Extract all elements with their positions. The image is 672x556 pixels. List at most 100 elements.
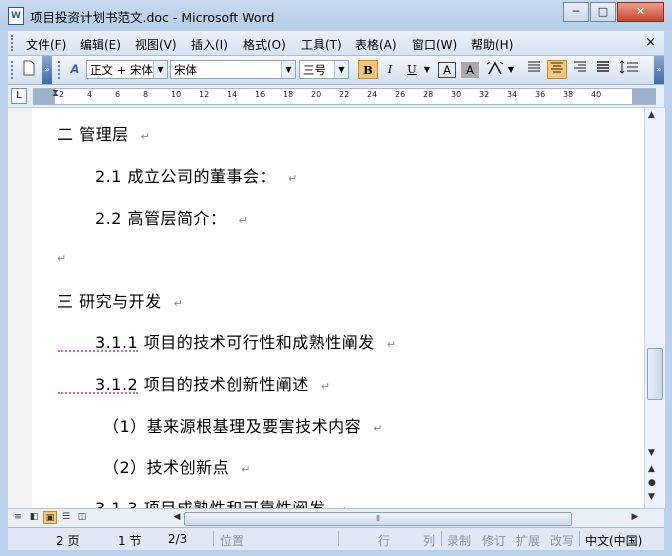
status-separator — [441, 531, 442, 546]
spelling-squiggle — [58, 348, 138, 352]
status-position: 位置 — [220, 534, 245, 548]
line-text: 3.1.3 项目成熟性和可靠性阐发 — [95, 499, 325, 508]
line-text: （2）技术创新点 — [103, 458, 230, 477]
styles-pane-icon[interactable]: A — [66, 60, 84, 79]
character-shading-button[interactable]: A — [461, 62, 479, 78]
scroll-down-icon[interactable]: ▼ — [648, 448, 655, 458]
word-window: W 项目投资计划书范文.doc - Microsoft Word ─ □ ✕ 文… — [0, 0, 672, 556]
ruler-tick-label: 12 — [199, 90, 210, 99]
font-size-value: 三号 — [303, 63, 326, 77]
horizontal-scroll-thumb[interactable]: ⦀ — [184, 512, 572, 526]
status-separator — [213, 531, 214, 546]
toolbar-overflow-icon[interactable]: » — [654, 56, 664, 84]
next-page-icon[interactable]: ▼ — [648, 492, 655, 502]
menu-format[interactable]: 格式(O) — [243, 36, 286, 53]
menu-insert[interactable]: 插入(I) — [191, 36, 228, 53]
style-value: 正文 + 宋体 — [90, 63, 153, 77]
document-page[interactable]: 二 管理层 ↵ 2.1 成立公司的董事会： ↵ 2.2 高管层简介： ↵ ↵ 三 研究… — [8, 108, 644, 508]
ruler-tick-label: 4 — [87, 90, 93, 99]
toolbar-grip[interactable] — [11, 61, 16, 79]
menu-window[interactable]: 窗口(W) — [412, 36, 457, 53]
chevron-down-icon[interactable]: ▼ — [281, 61, 295, 78]
vertical-scrollbar[interactable]: ▲ ▼ ▲ ● ▼ — [644, 108, 665, 508]
ruler-tick-label: 36 — [535, 90, 546, 99]
line-spacing-icon[interactable] — [617, 60, 641, 79]
status-trk[interactable]: 修订 — [482, 532, 506, 549]
vertical-scroll-thumb[interactable] — [647, 348, 663, 400]
status-language[interactable]: 中文(中国) — [585, 532, 642, 549]
menu-file[interactable]: 文件(F) — [26, 36, 66, 53]
menubar-grip[interactable] — [11, 35, 16, 51]
align-justify-icon[interactable] — [525, 60, 543, 79]
menu-tools[interactable]: 工具(T) — [301, 36, 342, 53]
ruler-tick-label: 6 — [115, 90, 121, 99]
distributed-align-icon[interactable] — [594, 60, 612, 79]
scroll-up-icon[interactable]: ▲ — [648, 110, 655, 120]
menu-view[interactable]: 视图(V) — [135, 36, 177, 53]
ruler-tick-label: 16 — [255, 90, 266, 99]
close-button[interactable]: ✕ — [617, 2, 664, 22]
document-close-icon[interactable]: × — [645, 35, 656, 50]
outline-view-icon[interactable]: ☰ — [59, 511, 73, 524]
underline-button[interactable]: U — [403, 60, 421, 79]
style-combobox[interactable]: 正文 + 宋体 ▼ — [86, 60, 168, 79]
align-right-icon[interactable] — [571, 60, 589, 79]
chevron-down-icon[interactable]: ▼ — [334, 61, 348, 78]
maximize-button[interactable]: □ — [590, 2, 616, 22]
normal-view-icon[interactable]: ≡ — [11, 511, 25, 524]
minimize-button[interactable]: ─ — [563, 2, 589, 22]
status-separator — [579, 531, 580, 546]
underline-dropdown-icon[interactable]: ▼ — [422, 60, 432, 79]
subheading-feasibility: 3.1.1 项目的技术可行性和成熟性阐发 ↵ — [95, 329, 397, 353]
align-center-icon[interactable] — [547, 60, 567, 79]
previous-page-icon[interactable]: ▲ — [648, 464, 655, 474]
scroll-right-icon[interactable]: ▶ — [628, 511, 642, 524]
toolbar-options-icon[interactable]: » — [42, 56, 52, 84]
menu-help[interactable]: 帮助(H) — [471, 36, 513, 53]
subheading-maturity: 3.1.3 项目成熟性和可靠性阐发↵ — [95, 495, 347, 508]
scroll-left-icon[interactable]: ◀ — [170, 511, 184, 524]
paragraph-mark-icon: ↵ — [140, 130, 151, 143]
status-rec[interactable]: 录制 — [447, 532, 471, 549]
status-page-of: 2/3 — [168, 532, 188, 546]
phonetic-dropdown-icon[interactable]: ▼ — [507, 60, 515, 79]
paragraph-mark-icon: ↵ — [241, 463, 251, 476]
word-app-icon[interactable]: W — [8, 7, 24, 25]
toolbar-grip-2[interactable] — [58, 61, 63, 79]
tab-selector-icon[interactable]: L — [11, 88, 27, 104]
ruler-tick-label: 30 — [451, 90, 462, 99]
horizontal-scrollbar-area: ≡ ◧ ▣ ☰ ◫ ◀ ⦀ ▶ — [8, 508, 664, 527]
ruler-tick-label: 8 — [143, 90, 149, 99]
browse-object-icon[interactable]: ● — [648, 478, 656, 488]
print-view-icon[interactable]: ▣ — [43, 511, 57, 524]
web-view-icon[interactable]: ◧ — [27, 511, 41, 524]
status-line: 行 — [378, 534, 391, 548]
character-border-button[interactable]: A — [438, 62, 456, 78]
subheading-board: 2.1 成立公司的董事会： ↵ — [95, 163, 298, 187]
reading-view-icon[interactable]: ◫ — [75, 511, 89, 524]
ruler-tick-label: 28 — [423, 90, 434, 99]
horizontal-ruler[interactable]: ⧗ 2 4 6 8 10 12 14 16 18 20 22 24 26 28 30 32 34 36 38 40 — [33, 88, 656, 105]
status-ext[interactable]: 扩展 — [516, 532, 540, 549]
menu-edit[interactable]: 编辑(E) — [80, 36, 121, 53]
subheading-executives: 2.2 高管层简介： ↵ — [95, 205, 248, 229]
font-size-combobox[interactable]: 三号 ▼ — [299, 60, 349, 79]
italic-button[interactable]: I — [381, 60, 399, 79]
status-ovr[interactable]: 改写 — [550, 532, 574, 549]
paragraph-mark-icon: ↵ — [173, 297, 184, 310]
item-principles: （1）基来源根基理及要害技术内容 ↵ — [103, 413, 383, 437]
status-section: 1 节 — [118, 534, 142, 548]
ruler-tick-label: 38 — [563, 90, 574, 99]
status-column: 列 — [423, 534, 436, 548]
ruler-tick-label: 22 — [339, 90, 350, 99]
menu-table[interactable]: 表格(A) — [355, 36, 397, 53]
phonetic-guide-icon[interactable] — [484, 60, 506, 79]
font-combobox[interactable]: 宋体 ▼ — [170, 60, 296, 79]
new-document-icon[interactable] — [20, 60, 38, 79]
bold-button[interactable]: B — [358, 60, 378, 79]
indent-marker-icon[interactable]: ⧗ — [52, 88, 59, 99]
paragraph-mark-icon: ↵ — [373, 422, 383, 435]
ruler-right-margin — [632, 89, 656, 104]
heading-research: 三 研究与开发 ↵ — [57, 288, 183, 312]
chevron-down-icon[interactable]: ▼ — [153, 61, 167, 78]
